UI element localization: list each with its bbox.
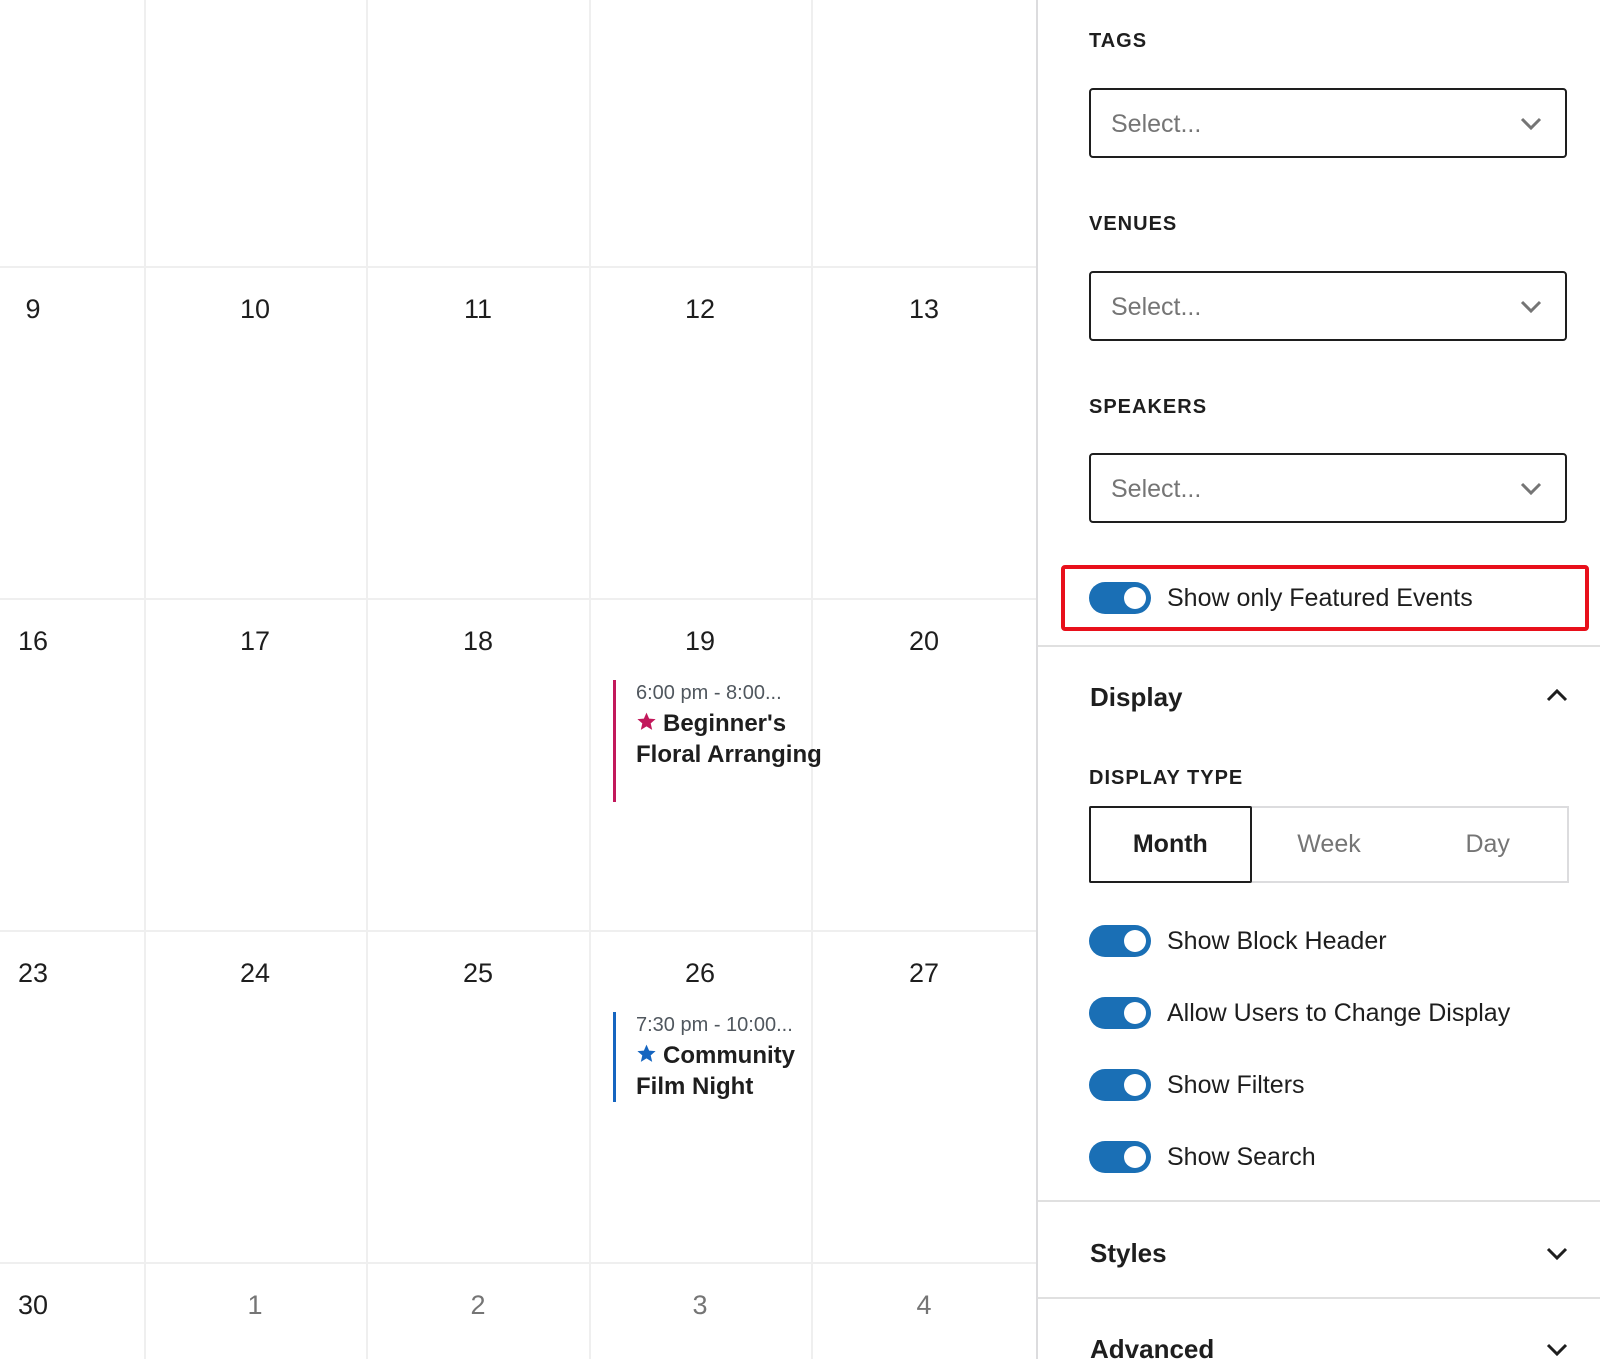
- venues-select[interactable]: Select...: [1089, 271, 1567, 341]
- day-number[interactable]: 17: [225, 626, 285, 656]
- chevron-down-icon: [1520, 117, 1542, 131]
- show-search-toggle-row[interactable]: Show Search: [1089, 1140, 1316, 1174]
- grid-divider: [589, 0, 591, 1359]
- day-number[interactable]: 19: [670, 626, 730, 656]
- display-type-day[interactable]: Day: [1408, 808, 1567, 881]
- day-number[interactable]: 16: [3, 626, 63, 656]
- panel-separator: [1038, 645, 1600, 647]
- display-type-month[interactable]: Month: [1089, 806, 1252, 883]
- grid-divider: [144, 0, 146, 1359]
- tags-label: TAGS: [1089, 30, 1148, 52]
- day-number[interactable]: 25: [448, 958, 508, 988]
- calendar-event[interactable]: 7:30 pm - 10:00... Community Film Night: [613, 1012, 826, 1102]
- day-number[interactable]: 26: [670, 958, 730, 988]
- day-number-next-month[interactable]: 2: [448, 1290, 508, 1320]
- day-number[interactable]: 11: [448, 294, 508, 324]
- day-number[interactable]: 13: [894, 294, 954, 324]
- show-block-header-toggle-row[interactable]: Show Block Header: [1089, 924, 1387, 958]
- toggle-knob: [1124, 1146, 1146, 1168]
- chevron-down-icon: [1520, 482, 1542, 496]
- show-block-header-label[interactable]: Show Block Header: [1167, 927, 1387, 956]
- speakers-label: SPEAKERS: [1089, 396, 1208, 418]
- event-title-text: Community Film Night: [636, 1042, 795, 1100]
- show-filters-label[interactable]: Show Filters: [1167, 1071, 1305, 1100]
- display-type-week[interactable]: Week: [1250, 808, 1409, 881]
- tags-select-placeholder: Select...: [1111, 110, 1202, 138]
- display-panel-title[interactable]: Display: [1090, 682, 1183, 713]
- calendar-event[interactable]: 6:00 pm - 8:00... Beginner's Floral Arra…: [613, 680, 826, 802]
- panel-separator: [1038, 1200, 1600, 1202]
- featured-star-icon: [637, 712, 656, 730]
- speakers-select-placeholder: Select...: [1111, 475, 1202, 503]
- show-search-label[interactable]: Show Search: [1167, 1143, 1316, 1172]
- show-filters-toggle[interactable]: [1089, 1069, 1151, 1101]
- show-block-header-toggle[interactable]: [1089, 925, 1151, 957]
- event-title[interactable]: Beginner's Floral Arranging: [636, 708, 826, 770]
- chevron-up-icon[interactable]: [1544, 686, 1570, 704]
- show-filters-toggle-row[interactable]: Show Filters: [1089, 1068, 1305, 1102]
- day-number[interactable]: 18: [448, 626, 508, 656]
- featured-events-toggle-row[interactable]: Show only Featured Events: [1089, 581, 1473, 615]
- chevron-down-icon[interactable]: [1544, 1340, 1570, 1358]
- day-number[interactable]: 24: [225, 958, 285, 988]
- grid-divider: [0, 1262, 1036, 1264]
- venues-select-placeholder: Select...: [1111, 293, 1202, 321]
- day-number[interactable]: 12: [670, 294, 730, 324]
- day-number[interactable]: 27: [894, 958, 954, 988]
- show-search-toggle[interactable]: [1089, 1141, 1151, 1173]
- day-number-next-month[interactable]: 3: [670, 1290, 730, 1320]
- event-title-text: Beginner's Floral Arranging: [636, 710, 822, 768]
- day-number[interactable]: 9: [3, 294, 63, 324]
- styles-panel-title[interactable]: Styles: [1090, 1238, 1167, 1269]
- toggle-knob: [1124, 587, 1146, 609]
- grid-divider: [0, 266, 1036, 268]
- event-time: 7:30 pm - 10:00...: [636, 1014, 793, 1036]
- event-title[interactable]: Community Film Night: [636, 1040, 826, 1102]
- calendar-grid: 9 10 11 12 13 16 17 18 19 20 6:00 pm - 8…: [0, 0, 1036, 1359]
- day-number[interactable]: 30: [3, 1290, 63, 1320]
- day-number-next-month[interactable]: 4: [894, 1290, 954, 1320]
- display-type-label: DISPLAY TYPE: [1089, 767, 1244, 789]
- event-time: 6:00 pm - 8:00...: [636, 682, 782, 704]
- day-number[interactable]: 10: [225, 294, 285, 324]
- toggle-knob: [1124, 930, 1146, 952]
- grid-divider: [366, 0, 368, 1359]
- speakers-select[interactable]: Select...: [1089, 453, 1567, 523]
- day-number-next-month[interactable]: 1: [225, 1290, 285, 1320]
- allow-change-display-label[interactable]: Allow Users to Change Display: [1167, 999, 1510, 1028]
- settings-sidebar: TAGS Select... VENUES Select... SPEAKERS…: [1038, 0, 1600, 1359]
- allow-change-display-toggle[interactable]: [1089, 997, 1151, 1029]
- tags-select[interactable]: Select...: [1089, 88, 1567, 158]
- panel-separator: [1038, 1297, 1600, 1299]
- featured-events-toggle-label[interactable]: Show only Featured Events: [1167, 584, 1473, 613]
- featured-events-toggle[interactable]: [1089, 582, 1151, 614]
- chevron-down-icon: [1520, 300, 1542, 314]
- featured-star-icon: [637, 1044, 656, 1062]
- grid-divider: [0, 598, 1036, 600]
- toggle-knob: [1124, 1074, 1146, 1096]
- chevron-down-icon[interactable]: [1544, 1244, 1570, 1262]
- advanced-panel-title[interactable]: Advanced: [1090, 1334, 1214, 1359]
- day-number[interactable]: 20: [894, 626, 954, 656]
- grid-divider: [0, 930, 1036, 932]
- day-number[interactable]: 23: [3, 958, 63, 988]
- display-type-segmented-control: Month Week Day: [1089, 806, 1569, 883]
- toggle-knob: [1124, 1002, 1146, 1024]
- allow-change-display-toggle-row[interactable]: Allow Users to Change Display: [1089, 996, 1510, 1030]
- venues-label: VENUES: [1089, 213, 1178, 235]
